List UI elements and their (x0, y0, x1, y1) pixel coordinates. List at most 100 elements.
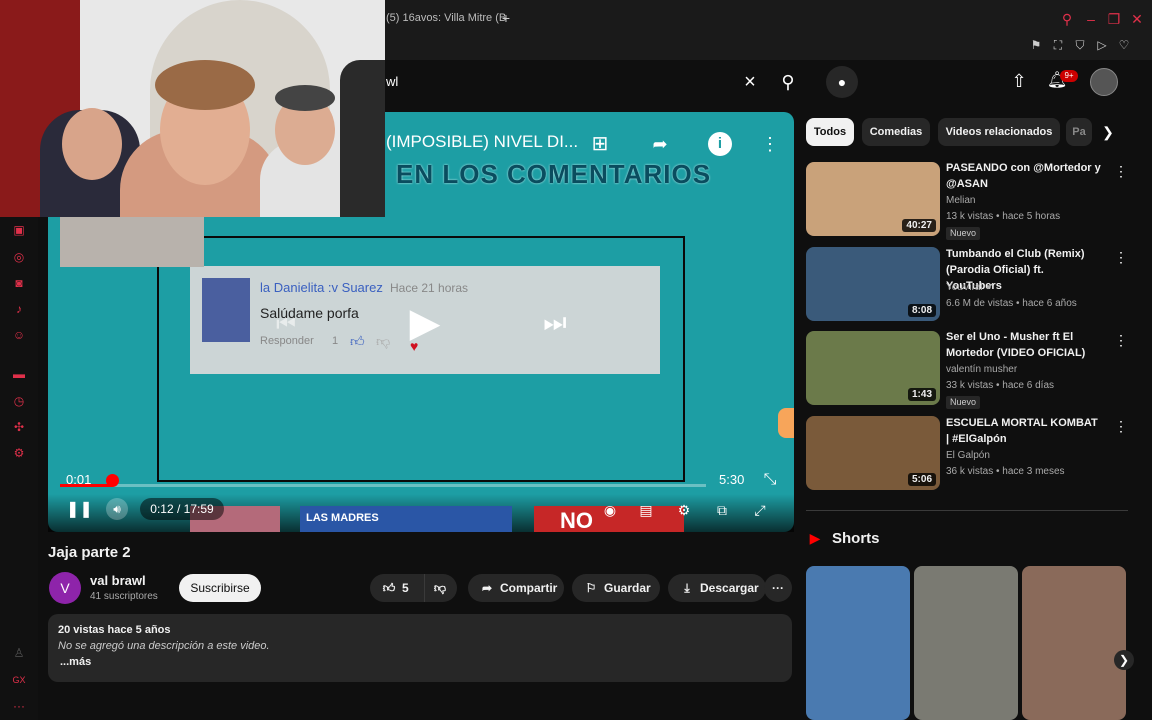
player-title[interactable]: (IMPOSIBLE) NIVEL DI... (386, 128, 586, 156)
dislike-button[interactable]: 👎︎ (424, 574, 457, 602)
search-tabs-icon[interactable]: ⚲ (1058, 10, 1076, 28)
related-stats: 13 k vistas • hace 5 horas (946, 211, 1061, 222)
minimize-icon[interactable]: – (1082, 10, 1100, 28)
instagram-icon[interactable]: ◙ (11, 275, 27, 291)
twitch-icon[interactable]: ▣ (11, 222, 27, 238)
more-icon[interactable]: ⋮ (1114, 248, 1128, 266)
bookmark-icon: ⚐ (585, 581, 597, 595)
related-title[interactable]: Ser el Uno - Musher ft El Mortedor (VIDE… (946, 329, 1102, 361)
chip-comedias[interactable]: Comedias (862, 118, 930, 146)
discord-icon[interactable]: ☺ (11, 327, 27, 343)
endscreen-thumb[interactable]: LAS MADRES (300, 506, 512, 532)
upload-icon[interactable]: ⇧ (1008, 70, 1030, 92)
more-actions-button[interactable]: ··· (764, 574, 792, 602)
channel-name[interactable]: val brawl (90, 573, 146, 588)
chip-related[interactable]: Videos relacionados (938, 118, 1060, 146)
thumb-down-icon: 👎︎ (433, 581, 447, 595)
chevron-right-icon[interactable]: ❯ (1096, 118, 1120, 146)
short-thumbnail[interactable] (1022, 566, 1126, 720)
related-title[interactable]: PASEANDO con @Mortedor y @ASAN (946, 160, 1102, 192)
exit-fullscreen-icon[interactable]: ⤡ (760, 470, 780, 490)
more-icon[interactable]: ⋮ (1114, 417, 1128, 435)
fullscreen-icon[interactable]: ⤢ (750, 500, 770, 520)
close-window-icon[interactable]: ✕ (1128, 10, 1146, 28)
shorts-heading: Shorts (832, 530, 880, 547)
chip-all[interactable]: Todos (806, 118, 854, 146)
more-icon[interactable]: ··· (11, 698, 27, 714)
restore-icon[interactable]: ❐ (1105, 10, 1123, 28)
captions-icon[interactable]: ▤ (636, 500, 656, 520)
related-channel[interactable]: valentín musher (946, 364, 1017, 375)
duration: 8:08 (907, 304, 936, 317)
channel-avatar[interactable]: V (49, 572, 81, 604)
download-button[interactable]: ⤓ Descargar (668, 574, 766, 602)
more-icon[interactable]: ⋮ (1114, 331, 1128, 349)
pause-icon[interactable]: ❚❚ (66, 500, 93, 520)
search-input[interactable]: wl (386, 68, 766, 96)
related-title[interactable]: ESCUELA MORTAL KOMBAT | #ElGalpón (946, 415, 1102, 447)
chip-partial[interactable]: Pa (1066, 118, 1092, 146)
progress-bar[interactable] (60, 484, 706, 487)
play-icon[interactable]: ▶ (402, 300, 448, 346)
short-thumbnail[interactable] (806, 566, 910, 720)
whatsapp-icon[interactable]: ◎ (11, 249, 27, 265)
related-channel[interactable]: El Galpón (946, 450, 990, 461)
autoplay-toggle[interactable]: ◉ (600, 500, 620, 520)
clear-icon[interactable]: × (740, 72, 760, 92)
info-icon[interactable]: i (708, 132, 732, 156)
next-icon[interactable]: ⏭ (538, 306, 572, 338)
more-icon[interactable]: ⋮ (760, 132, 780, 156)
tiktok-icon[interactable]: ♪ (11, 301, 27, 317)
extensions-icon[interactable]: ✣ (11, 419, 27, 435)
account-avatar[interactable] (1090, 68, 1118, 96)
new-tab-button[interactable]: + (498, 10, 514, 26)
webcam-strip (60, 217, 204, 267)
comment-likes: 1 (332, 335, 339, 347)
chevron-right-icon[interactable]: ❯ (1114, 650, 1134, 670)
heart-icon[interactable]: ♡ (1116, 37, 1132, 53)
share-icon[interactable]: ➦ (648, 132, 672, 156)
related-thumbnail[interactable]: 1:43 (806, 331, 940, 405)
description-more[interactable]: ...más (60, 656, 91, 668)
related-thumbnail[interactable]: 5:06 (806, 416, 940, 490)
search-icon[interactable]: ⚲ (770, 66, 806, 98)
new-badge: Nuevo (946, 396, 981, 409)
settings-icon[interactable]: ⚙ (11, 445, 27, 461)
subscribe-button[interactable]: Suscribirse (179, 574, 261, 602)
wallet-icon[interactable]: ▬ (11, 366, 27, 382)
related-channel[interactable]: YouViral ✔ (946, 282, 994, 293)
settings-icon[interactable]: ⚙ (674, 500, 694, 520)
notification-badge: 9+ (1060, 70, 1078, 82)
scrubber-handle[interactable] (106, 474, 119, 487)
pin-icon[interactable]: ⚑ (1028, 37, 1044, 53)
gx-icon[interactable]: GX (11, 672, 27, 688)
mic-icon[interactable]: ● (826, 66, 858, 98)
share-button[interactable]: ➦ Compartir (468, 574, 564, 602)
volume-icon[interactable]: 🔊︎ (106, 498, 128, 520)
related-channel[interactable]: Melian (946, 195, 975, 206)
play-icon[interactable]: ▷ (1094, 37, 1110, 53)
bulb-icon[interactable]: ♙ (11, 645, 27, 661)
short-thumbnail[interactable] (914, 566, 1018, 720)
thumb-down-icon: 👎︎ (376, 333, 391, 349)
description-text: No se agregó una descripción a este vide… (58, 640, 270, 652)
previous-icon[interactable]: ⏮ (272, 308, 300, 340)
related-thumbnail[interactable]: 8:08 (806, 247, 940, 321)
related-thumbnail[interactable]: 40:27 (806, 162, 940, 236)
time-display: 0:12 / 17:59 (140, 498, 224, 520)
related-stats: 33 k vistas • hace 6 días (946, 380, 1055, 391)
add-to-queue-icon[interactable]: ⊞ (588, 132, 612, 156)
like-button[interactable]: 👍︎ 5 (370, 574, 424, 602)
miniplayer-icon[interactable]: ⧉ (712, 500, 732, 520)
progress-fill (60, 484, 112, 487)
browser-tab[interactable]: (5) 16avos: Villa Mitre (B (386, 4, 516, 32)
duration: 5:06 (907, 473, 936, 486)
save-button[interactable]: ⚐ Guardar (572, 574, 660, 602)
more-icon[interactable]: ⋮ (1114, 162, 1128, 180)
shield-icon[interactable]: ⛉ (1072, 37, 1088, 53)
snapshot-icon[interactable]: ⛶ (1050, 37, 1066, 53)
thumb-up-icon: 👍︎ (350, 333, 365, 349)
history-icon[interactable]: ◷ (11, 393, 27, 409)
save-label: Guardar (604, 581, 651, 595)
download-icon: ⤓ (684, 581, 690, 595)
